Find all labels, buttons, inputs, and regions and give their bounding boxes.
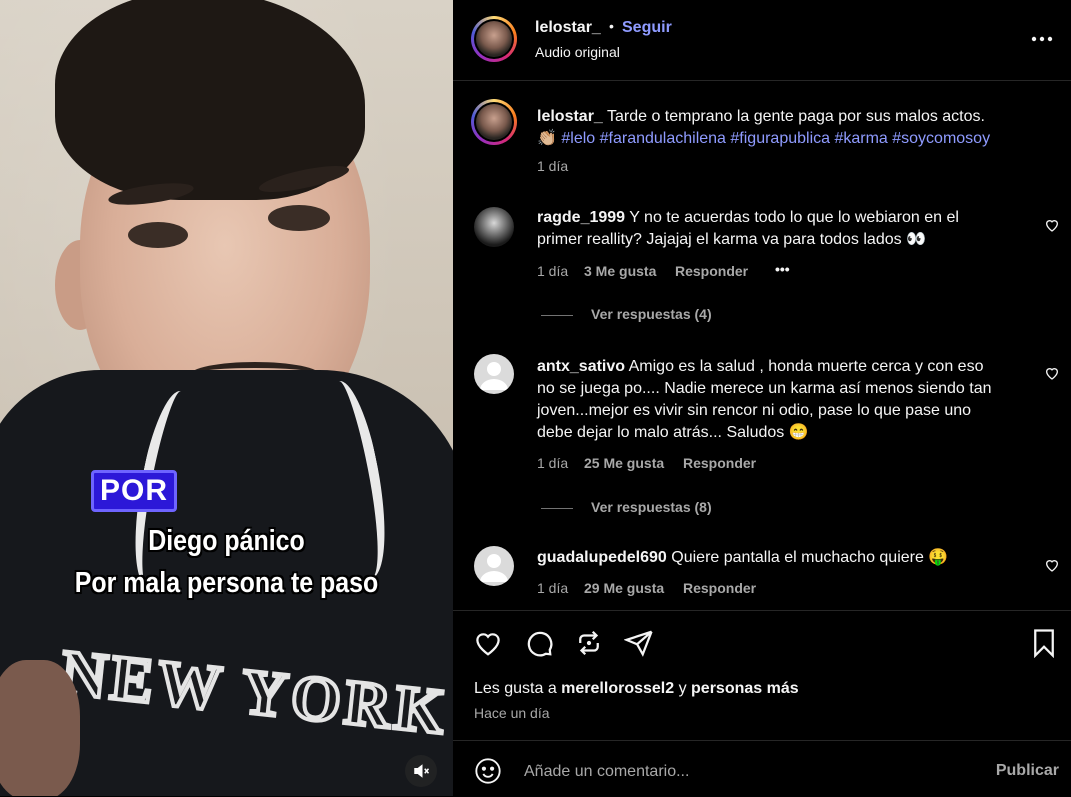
view-replies-label: Ver respuestas (4) [591,306,712,322]
comment-body: antx_sativo Amigo es la salud , honda mu… [537,356,1037,444]
likes-mid: y [674,680,692,697]
default-avatar-icon[interactable] [474,354,514,394]
comment-likes[interactable]: 25 Me gusta [584,455,664,471]
reply-button[interactable]: Responder [675,263,748,279]
header-username[interactable]: lelostar_ [535,19,601,37]
comment-username[interactable]: guadalupedel690 [537,549,667,566]
caption-username[interactable]: lelostar_ [537,108,603,125]
heart-icon[interactable] [473,628,503,658]
comment-text: no se juega po.... Nadie merece un karma… [537,380,992,397]
others-likes-link[interactable]: personas más [691,680,799,697]
comment-text: primer reallity? Jajajaj el karma va par… [537,231,926,248]
comment-more-button[interactable]: ••• [775,261,790,277]
post-actions: Les gusta a merellorossel2 y personas má… [453,610,1071,741]
volume-mute-icon[interactable] [405,755,437,787]
comment-time: 1 día [537,455,569,471]
post-time[interactable]: Hace un día [474,705,550,721]
default-avatar-icon[interactable] [474,546,514,586]
comment-time: 1 día [537,580,569,596]
replies-divider [541,507,573,509]
view-replies-button[interactable]: Ver respuestas (4) [541,306,712,322]
caption-avatar[interactable] [471,99,517,145]
comment-username[interactable]: antx_sativo [537,358,625,375]
tattooed-arm [0,660,80,796]
reply-button[interactable]: Responder [683,455,756,471]
follow-button[interactable]: Seguir [622,19,672,37]
right-eye [268,205,330,231]
comment-text: joven...mejor es vivir sin rencor ni odi… [537,402,972,419]
comment-composer: Añade un comentario... Publicar [453,740,1071,797]
reel-video[interactable]: NEW YORK POR Diego pánico Por mala perso… [0,0,453,796]
replies-divider [541,314,573,316]
comment-body: guadalupedel690 Quiere pantalla el mucha… [537,547,1037,569]
clap-emoji: 👏🏼 [537,130,557,147]
caption-line-1: Diego pánico [148,525,305,557]
comment-like-icon[interactable] [1044,557,1060,573]
comment-body: ragde_1999 Y no te acuerdas todo lo que … [537,207,1007,251]
liker-username[interactable]: merellorossel2 [561,680,674,697]
comment-like-icon[interactable] [1044,217,1060,233]
likes-prefix: Les gusta a [474,680,562,697]
share-icon[interactable] [624,628,654,658]
comment-likes[interactable]: 3 Me gusta [584,263,656,279]
likes-summary: Les gusta a merellorossel2 y personas má… [474,680,799,698]
view-replies-button[interactable]: Ver respuestas (8) [541,499,712,515]
comment-like-icon[interactable] [1044,365,1060,381]
commenter-avatar[interactable] [474,207,514,247]
reply-button[interactable]: Responder [683,580,756,596]
comment-text: Y no te acuerdas todo lo que lo webiaron… [629,209,959,226]
caption-time: 1 día [537,158,569,174]
audio-label[interactable]: Audio original [535,44,620,60]
view-replies-label: Ver respuestas (8) [591,499,712,515]
comment-time: 1 día [537,263,569,279]
left-eye [128,222,188,248]
comment-username[interactable]: ragde_1999 [537,209,625,226]
post-header: lelostar_ • Seguir Audio original [453,0,1071,81]
author-avatar[interactable] [471,16,517,62]
emoji-icon[interactable] [474,757,502,785]
bookmark-icon[interactable] [1031,628,1057,658]
comment-likes[interactable]: 29 Me gusta [584,580,664,596]
comment-icon[interactable] [524,628,554,658]
caption-line-2: Por mala persona te paso [74,567,379,599]
comment-text: Quiere pantalla el muchacho quiere 🤑 [671,549,949,566]
more-options-icon[interactable] [1031,30,1053,48]
separator-dot: • [609,18,614,34]
caption-tag: POR [91,470,178,512]
caption-hashtags[interactable]: #lelo #farandulachilena #figurapublica #… [561,130,990,147]
publish-button[interactable]: Publicar [996,762,1059,780]
post-caption: lelostar_ Tarde o temprano la gente paga… [537,106,1057,150]
comment-input[interactable]: Añade un comentario... [524,763,689,781]
comment-text: debe dejar lo malo atrás... Saludos 😁 [537,424,809,441]
caption-text: Tarde o temprano la gente paga por sus m… [606,108,985,125]
comment-text: Amigo es la salud , honda muerte cerca y… [628,358,984,375]
post-sidebar: lelostar_ • Seguir Audio original lelost… [453,0,1071,796]
repost-icon[interactable] [574,628,604,658]
